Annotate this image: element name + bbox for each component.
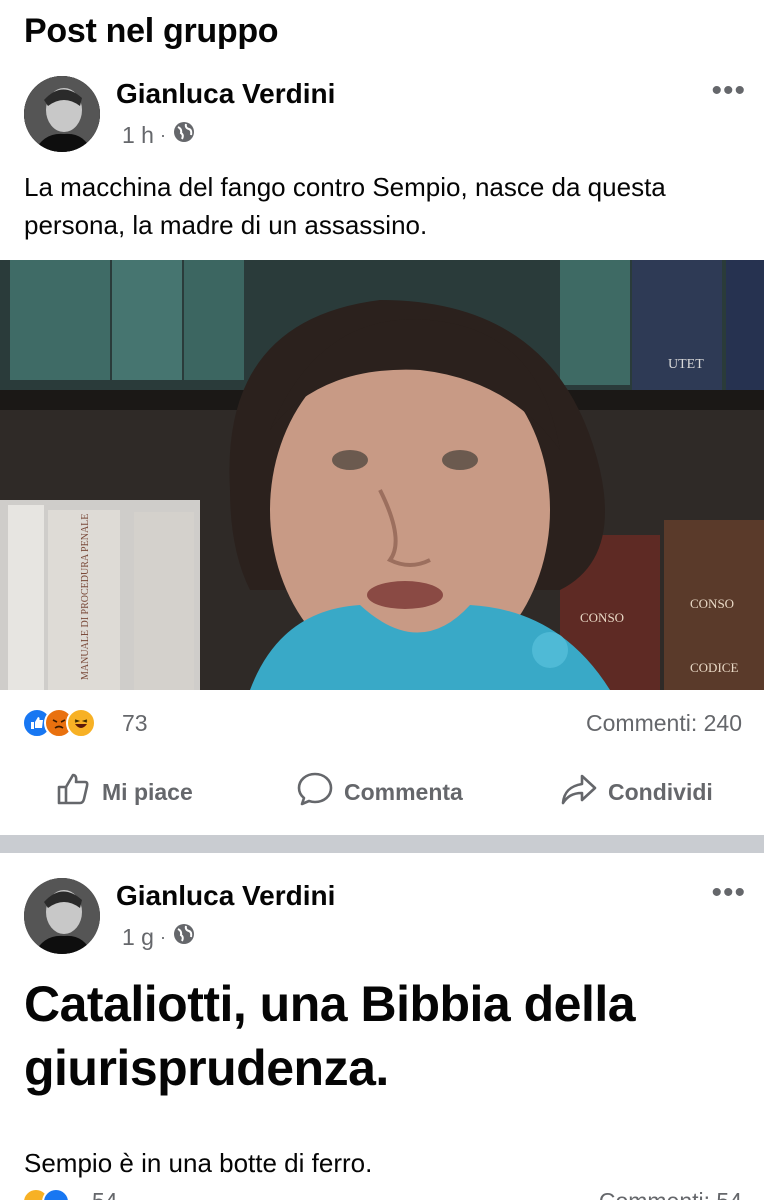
post-card: Gianluca Verdini 1 h · ••• La macchina d… [0, 70, 764, 806]
post-time[interactable]: 1 g [122, 924, 154, 951]
book-label: CONSO [580, 610, 624, 625]
post-time[interactable]: 1 h [122, 122, 154, 149]
meta-separator: · [159, 926, 166, 947]
post-header: Gianluca Verdini 1 h · ••• [0, 70, 764, 156]
book-label: CONSO [690, 596, 734, 611]
post-meta: 1 g · [122, 922, 196, 952]
post-card: Gianluca Verdini 1 g · ••• Cataliotti, u… [0, 872, 764, 1200]
post-text: Sempio è in una botte di ferro. [24, 1148, 373, 1178]
book-label: UTET [668, 357, 704, 372]
book-label: CODICE [690, 660, 738, 675]
globe-icon [172, 120, 196, 150]
post-headline: Cataliotti, una Bibbia della giurisprude… [24, 976, 636, 1096]
reaction-icons [22, 708, 96, 738]
post-text: La macchina del fango contro Sempio, nas… [24, 172, 666, 240]
reaction-icons [22, 1188, 70, 1200]
post-meta: 1 h · [122, 120, 196, 150]
haha-icon [66, 708, 96, 738]
reactions-summary[interactable]: 73 Commenti: 240 [0, 704, 764, 744]
avatar[interactable] [24, 878, 100, 954]
comment-bubble-icon [296, 770, 334, 814]
thumbs-up-icon [54, 770, 92, 814]
more-options-icon[interactable]: ••• [711, 76, 746, 106]
comments-count[interactable]: Commenti: 240 [586, 710, 742, 737]
comment-label: Commenta [344, 778, 463, 805]
book-spine-label: MANUALE DI PROCEDURA PENALE [80, 514, 91, 680]
reaction-count[interactable]: 54 [92, 1188, 118, 1200]
reactions-summary[interactable]: 54 Commenti: 54 [22, 1188, 742, 1200]
meta-separator: · [159, 124, 166, 145]
share-label: Condividi [608, 778, 713, 805]
share-arrow-icon [560, 770, 598, 814]
post-photo[interactable]: UTET MANUALE DI PROCEDURA PENALE CONSO C… [0, 260, 764, 690]
post-divider [0, 835, 764, 853]
author-name[interactable]: Gianluca Verdini [116, 880, 335, 912]
like-button[interactable]: Mi piace [54, 770, 193, 814]
more-options-icon[interactable]: ••• [711, 878, 746, 908]
comment-button[interactable]: Commenta [296, 770, 463, 814]
comments-count[interactable]: Commenti: 54 [599, 1188, 742, 1200]
like-icon [42, 1188, 70, 1200]
share-button[interactable]: Condividi [560, 770, 713, 814]
reaction-count[interactable]: 73 [122, 710, 148, 737]
post-header: Gianluca Verdini 1 g · ••• [0, 872, 764, 958]
avatar[interactable] [24, 76, 100, 152]
author-name[interactable]: Gianluca Verdini [116, 78, 335, 110]
globe-icon [172, 922, 196, 952]
like-label: Mi piace [102, 778, 193, 805]
section-title: Post nel gruppo [24, 12, 279, 50]
post-actions: Mi piace Commenta Condividi [0, 770, 764, 820]
